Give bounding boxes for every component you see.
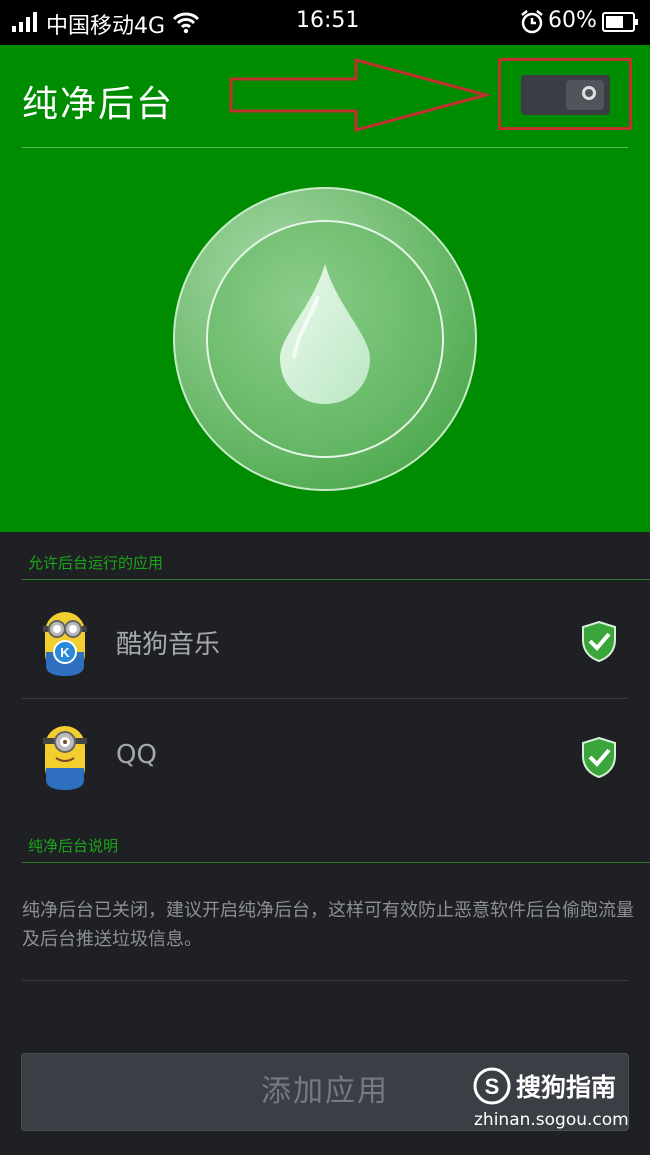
toggle-off-icon xyxy=(582,86,596,100)
signal-icon xyxy=(12,12,37,32)
sogou-watermark: S 搜狗指南 zhinan.sogou.com xyxy=(470,1062,640,1138)
watermark-url: zhinan.sogou.com xyxy=(474,1110,629,1130)
header-divider xyxy=(22,147,628,148)
info-section-label: 纯净后台说明 xyxy=(28,837,119,855)
sogou-logo-icon: S xyxy=(473,1067,511,1105)
watermark-title: 搜狗指南 xyxy=(516,1073,617,1102)
water-drop-icon xyxy=(173,187,477,491)
svg-text:S: S xyxy=(485,1074,500,1099)
app-name: 酷狗音乐 xyxy=(116,630,221,660)
annotation-arrow-icon xyxy=(229,58,490,132)
alarm-icon xyxy=(521,10,543,34)
shield-check-icon xyxy=(582,620,616,662)
app-row-qq[interactable]: QQ xyxy=(0,700,650,814)
svg-text:K: K xyxy=(60,645,70,660)
section-divider xyxy=(22,579,650,580)
row-divider xyxy=(22,698,628,699)
wifi-icon xyxy=(172,12,200,34)
header-panel: 纯净后台 xyxy=(0,45,650,532)
app-row-kugou[interactable]: K 酷狗音乐 xyxy=(0,584,650,698)
clock: 16:51 xyxy=(296,8,360,33)
minion-qq-avatar-icon xyxy=(43,726,87,790)
info-description: 纯净后台已关闭，建议开启纯净后台，这样可有效防止恶意软件后台偷跑流量及后台推送垃… xyxy=(22,900,634,950)
row-divider xyxy=(22,980,628,981)
battery-percent: 60% xyxy=(548,8,597,33)
status-bar: 中国移动4G 16:51 60% xyxy=(0,0,650,45)
battery-icon xyxy=(602,12,638,32)
allowed-apps-section-label: 允许后台运行的应用 xyxy=(28,554,164,572)
carrier-label: 中国移动4G xyxy=(46,14,166,39)
pure-background-toggle[interactable] xyxy=(521,75,610,115)
section-divider xyxy=(22,862,650,863)
page-title: 纯净后台 xyxy=(22,84,175,125)
shield-check-icon xyxy=(582,736,616,778)
minion-kugou-avatar-icon: K xyxy=(43,612,87,676)
app-name: QQ xyxy=(116,740,157,770)
